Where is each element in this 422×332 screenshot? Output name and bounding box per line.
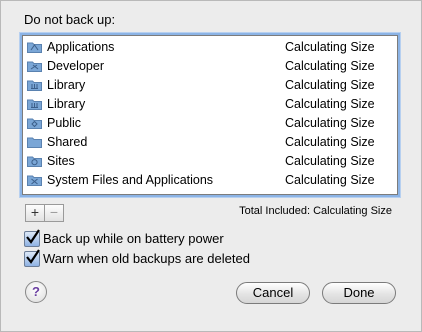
warn-label[interactable]: Warn when old backups are deleted: [43, 251, 250, 266]
folder-icon: [27, 137, 42, 148]
item-name: Shared: [47, 135, 88, 149]
battery-label[interactable]: Back up while on battery power: [43, 231, 224, 246]
total-included: Total Included: Calculating Size: [239, 205, 392, 217]
item-name: Library: [47, 78, 86, 92]
list-item[interactable]: Library Calculating Size: [27, 95, 391, 113]
applications-folder-icon: [27, 42, 42, 53]
list-item[interactable]: Applications Calculating Size: [27, 38, 391, 56]
help-button[interactable]: ?: [25, 281, 47, 303]
item-size: Calculating Size: [285, 78, 375, 92]
item-name: System Files and Applications: [47, 173, 214, 187]
library-folder-icon: [27, 99, 42, 110]
cancel-button[interactable]: Cancel: [236, 282, 310, 304]
item-name: Sites: [47, 154, 75, 168]
list-item[interactable]: Shared Calculating Size: [27, 133, 391, 151]
warn-checkbox[interactable]: [24, 249, 40, 267]
item-name: Applications: [47, 40, 115, 54]
heading: Do not back up:: [24, 12, 116, 27]
public-folder-icon: [27, 118, 42, 129]
list-item[interactable]: Public Calculating Size: [27, 114, 391, 132]
item-name: Developer: [47, 59, 104, 73]
exclusion-list[interactable]: Applications Calculating Size Developer …: [22, 35, 398, 195]
item-size: Calculating Size: [285, 97, 375, 111]
done-button[interactable]: Done: [322, 282, 396, 304]
list-item[interactable]: System Files and Applications Calculatin…: [27, 171, 391, 189]
library-folder-icon: [27, 80, 42, 91]
item-name: Library: [47, 97, 86, 111]
item-size: Calculating Size: [285, 116, 375, 130]
developer-folder-icon: [27, 61, 42, 72]
item-name: Public: [47, 116, 82, 130]
item-size: Calculating Size: [285, 135, 375, 149]
list-item[interactable]: Library Calculating Size: [27, 76, 391, 94]
checkmark-icon: [26, 229, 40, 244]
battery-checkbox[interactable]: [24, 229, 40, 247]
remove-button[interactable]: −: [44, 204, 64, 222]
system-folder-icon: [27, 175, 42, 186]
item-size: Calculating Size: [285, 40, 375, 54]
sites-folder-icon: [27, 156, 42, 167]
list-item[interactable]: Developer Calculating Size: [27, 57, 391, 75]
add-button[interactable]: +: [25, 204, 45, 222]
checkmark-icon: [26, 249, 40, 264]
item-size: Calculating Size: [285, 59, 375, 73]
preferences-sheet: Do not back up: Applications Calculating…: [0, 0, 422, 332]
item-size: Calculating Size: [285, 154, 375, 168]
list-item[interactable]: Sites Calculating Size: [27, 152, 391, 170]
item-size: Calculating Size: [285, 173, 375, 187]
